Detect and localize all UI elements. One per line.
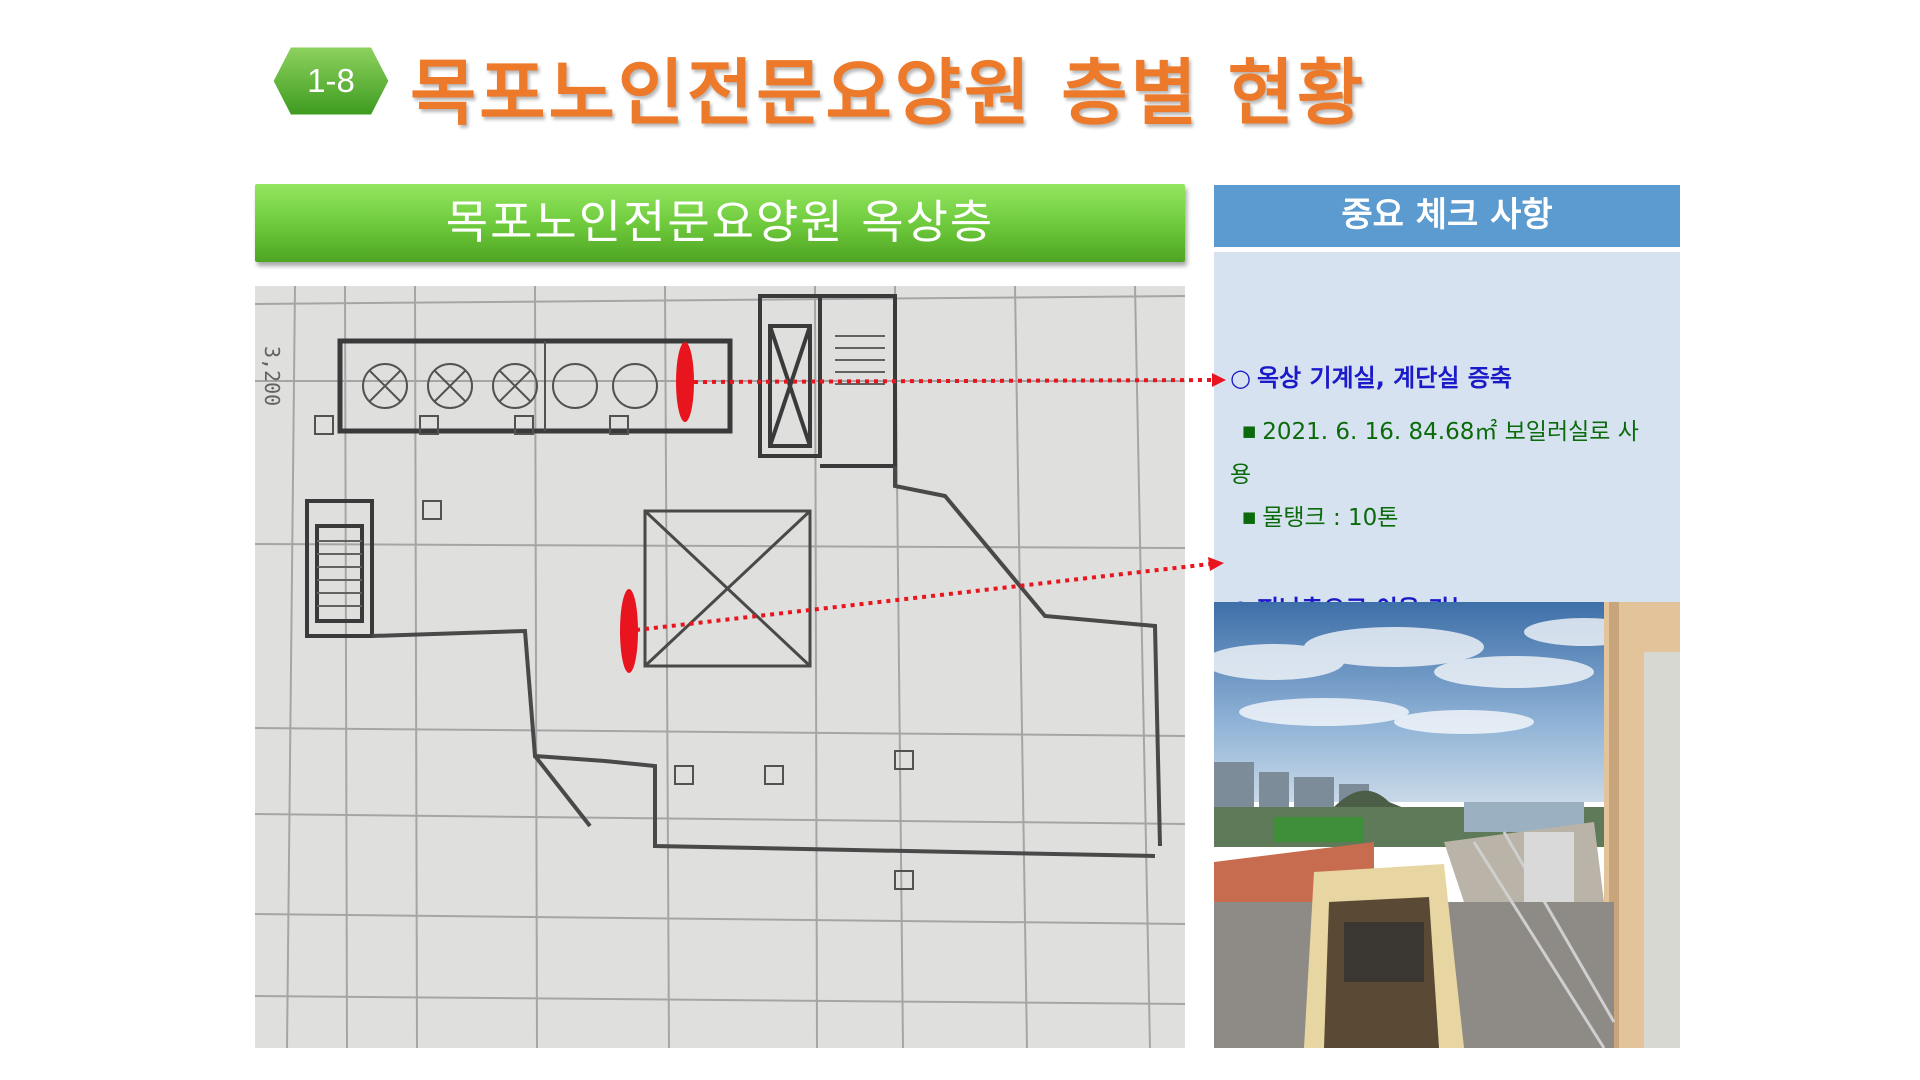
connector-arrows	[635, 373, 1226, 632]
arrow-to-evacuation-note	[635, 562, 1211, 632]
arrowhead-icon	[1212, 373, 1226, 387]
arrow-to-mechanical-room-note	[693, 378, 1213, 384]
arrowhead-icon	[1208, 557, 1224, 571]
